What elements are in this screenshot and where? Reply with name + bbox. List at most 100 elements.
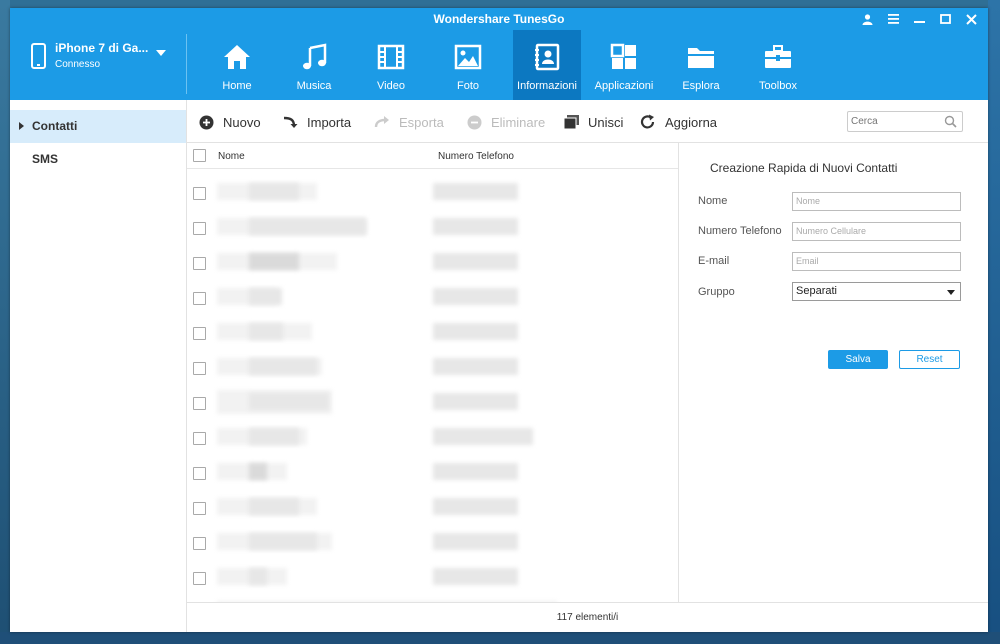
tab-home[interactable]: Home: [199, 30, 275, 100]
table-row[interactable]: [187, 526, 678, 561]
redacted-name-shade: [249, 463, 267, 480]
window-controls: [860, 11, 978, 27]
select-all-checkbox[interactable]: [193, 149, 206, 162]
export-icon: [374, 114, 390, 130]
column-header-name: Nome: [218, 151, 245, 162]
contacts-list: Nome Numero Telefono: [187, 142, 679, 603]
row-checkbox[interactable]: [193, 187, 206, 200]
search-input[interactable]: [848, 112, 941, 131]
tab-video[interactable]: Video: [353, 30, 429, 100]
device-selector[interactable]: iPhone 7 di Ga... Connesso: [10, 30, 186, 100]
redacted-name-shade: [249, 498, 299, 515]
group-value: Separati: [796, 285, 837, 297]
tab-musica[interactable]: Musica: [276, 30, 352, 100]
table-row[interactable]: [187, 421, 678, 456]
tab-toolbox[interactable]: Toolbox: [740, 30, 816, 100]
table-row[interactable]: [187, 176, 678, 211]
row-checkbox[interactable]: [193, 292, 206, 305]
sidebar: Contatti SMS: [10, 100, 187, 632]
row-checkbox[interactable]: [193, 502, 206, 515]
row-checkbox[interactable]: [193, 257, 206, 270]
minimize-icon[interactable]: [912, 11, 926, 27]
search-icon[interactable]: [944, 115, 957, 133]
email-field[interactable]: Email: [792, 252, 961, 271]
home-icon: [224, 45, 250, 69]
row-checkbox[interactable]: [193, 327, 206, 340]
redacted-name-shade: [249, 253, 299, 270]
redacted-phone: [433, 358, 518, 375]
close-icon[interactable]: [964, 11, 978, 27]
importa-button[interactable]: Importa: [282, 112, 351, 132]
app-title: Wondershare TunesGo: [433, 12, 565, 26]
tab-esplora[interactable]: Esplora: [663, 30, 739, 100]
redacted-phone: [433, 428, 533, 445]
save-button[interactable]: Salva: [828, 350, 888, 369]
nuovo-button[interactable]: Nuovo: [198, 112, 261, 132]
row-checkbox[interactable]: [193, 537, 206, 550]
row-checkbox[interactable]: [193, 467, 206, 480]
table-row[interactable]: [187, 316, 678, 351]
aggiorna-button[interactable]: Aggiorna: [640, 112, 717, 132]
device-status: Connesso: [55, 59, 101, 70]
redacted-name-shade: [249, 183, 299, 200]
refresh-icon: [640, 114, 656, 130]
sidebar-item-sms[interactable]: SMS: [10, 143, 186, 176]
row-checkbox[interactable]: [193, 362, 206, 375]
delete-icon: [466, 114, 482, 130]
name-field[interactable]: Nome: [792, 192, 961, 211]
tab-applicazioni[interactable]: Applicazioni: [586, 30, 662, 100]
table-row[interactable]: [187, 491, 678, 526]
tab-foto[interactable]: Foto: [430, 30, 506, 100]
phone-field[interactable]: Numero Cellulare: [792, 222, 961, 241]
chevron-down-icon[interactable]: [156, 50, 166, 56]
table-row[interactable]: [187, 281, 678, 316]
desktop-background-right: [988, 0, 1000, 644]
chevron-right-icon: [19, 122, 24, 130]
tab-label: Esplora: [682, 80, 720, 92]
topbar-divider: [186, 34, 187, 94]
redacted-phone: [433, 183, 518, 200]
redacted-phone: [433, 288, 518, 305]
device-name: iPhone 7 di Ga...: [55, 41, 149, 55]
row-checkbox[interactable]: [193, 397, 206, 410]
table-row[interactable]: [187, 211, 678, 246]
row-checkbox[interactable]: [193, 222, 206, 235]
redacted-name-shade: [249, 218, 366, 235]
contacts-icon: [535, 43, 560, 71]
redacted-name-shade: [249, 288, 282, 305]
quick-add-panel: Creazione Rapida di Nuovi Contatti Nome …: [679, 142, 988, 603]
toolbar: Nuovo Importa Esporta Eliminare Unisci A…: [187, 100, 988, 142]
unisci-button[interactable]: Unisci: [563, 112, 623, 132]
redacted-name-shade: [249, 428, 299, 445]
tab-label: Informazioni: [517, 80, 577, 92]
eliminare-button[interactable]: Eliminare: [466, 112, 545, 132]
row-checkbox[interactable]: [193, 432, 206, 445]
table-row[interactable]: [187, 386, 678, 421]
merge-icon: [563, 114, 579, 130]
desktop-background-left: [0, 0, 10, 644]
add-icon: [198, 114, 214, 130]
user-icon[interactable]: [860, 11, 874, 27]
redacted-phone: [433, 323, 518, 340]
nuovo-label: Nuovo: [223, 114, 261, 130]
tab-informazioni[interactable]: Informazioni: [513, 30, 581, 100]
table-row[interactable]: [187, 456, 678, 491]
unisci-label: Unisci: [588, 114, 624, 130]
sidebar-item-contatti[interactable]: Contatti: [10, 110, 186, 143]
redacted-name-shade: [249, 393, 329, 410]
tab-label: Musica: [296, 80, 332, 92]
redacted-phone: [433, 253, 518, 270]
redacted-phone: [433, 533, 518, 550]
group-select[interactable]: Separati: [792, 282, 961, 301]
row-checkbox[interactable]: [193, 572, 206, 585]
table-row[interactable]: [187, 246, 678, 281]
table-row[interactable]: [187, 351, 678, 386]
maximize-icon[interactable]: [938, 11, 952, 27]
redacted-phone: [433, 498, 518, 515]
tab-label: Toolbox: [759, 80, 797, 92]
reset-button[interactable]: Reset: [899, 350, 960, 369]
esporta-label: Esporta: [399, 114, 444, 130]
menu-icon[interactable]: [886, 11, 900, 27]
table-row[interactable]: [187, 561, 678, 596]
esporta-button[interactable]: Esporta: [374, 112, 444, 132]
